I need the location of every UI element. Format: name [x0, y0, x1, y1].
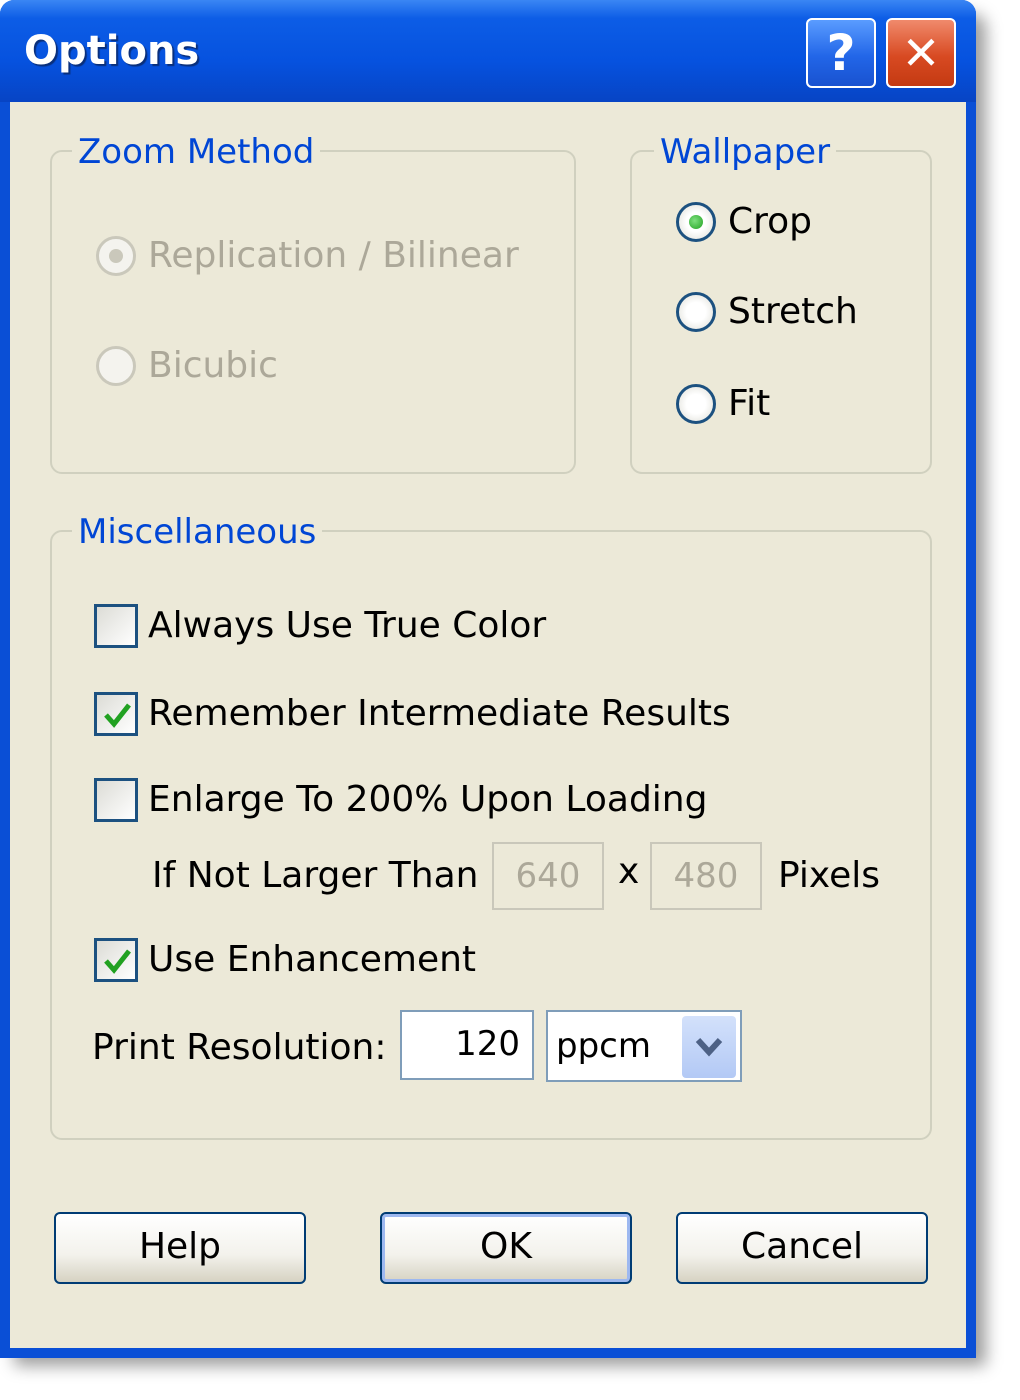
pixels-unit-label: Pixels: [778, 855, 881, 896]
always-true-color-checkbox[interactable]: [94, 604, 138, 648]
dropdown-arrow-button[interactable]: [682, 1016, 736, 1078]
bicubic-label: Bicubic: [148, 345, 278, 386]
remember-results-checkbox[interactable]: [94, 692, 138, 736]
print-resolution-label: Print Resolution:: [92, 1027, 387, 1068]
crop-label: Crop: [728, 201, 813, 242]
resolution-unit-value: ppcm: [556, 1026, 651, 1066]
always-true-color-label: Always Use True Color: [148, 605, 547, 646]
close-button[interactable]: ✕: [886, 18, 956, 88]
zoom-method-group: [50, 150, 576, 474]
checkmark-icon: [104, 703, 131, 728]
options-dialog: Options ? ✕ Zoom Method Replication / Bi…: [0, 0, 976, 1358]
close-icon: ✕: [901, 26, 941, 80]
max-width-field[interactable]: 640: [492, 842, 604, 910]
radio-bicubic[interactable]: [96, 346, 136, 386]
use-enhancement-checkbox[interactable]: [94, 938, 138, 982]
cancel-button[interactable]: Cancel: [676, 1212, 928, 1284]
dialog-body: Zoom Method Replication / Bilinear Bicub…: [10, 102, 966, 1348]
question-mark-icon: ?: [826, 24, 856, 82]
size-separator: x: [618, 851, 640, 892]
stretch-label: Stretch: [728, 291, 858, 332]
chevron-down-icon: [695, 1037, 723, 1057]
ok-button[interactable]: OK: [380, 1212, 632, 1284]
radio-fit[interactable]: [676, 384, 716, 424]
checkmark-icon: [104, 949, 131, 974]
radio-selected-dot: [689, 215, 703, 229]
zoom-method-legend: Zoom Method: [72, 132, 321, 172]
replication-bilinear-label: Replication / Bilinear: [148, 235, 519, 276]
radio-stretch[interactable]: [676, 292, 716, 332]
use-enhancement-label: Use Enhancement: [148, 939, 477, 980]
print-resolution-input[interactable]: 120: [400, 1010, 534, 1080]
max-height-field[interactable]: 480: [650, 842, 762, 910]
enlarge-checkbox[interactable]: [94, 778, 138, 822]
window-title: Options: [24, 28, 200, 74]
title-bar[interactable]: Options ? ✕: [0, 0, 976, 102]
help-title-button[interactable]: ?: [806, 18, 876, 88]
enlarge-label: Enlarge To 200% Upon Loading: [148, 779, 708, 820]
resolution-unit-select[interactable]: ppcm: [546, 1010, 742, 1082]
wallpaper-legend: Wallpaper: [654, 132, 837, 172]
help-button[interactable]: Help: [54, 1212, 306, 1284]
radio-crop[interactable]: [676, 202, 716, 242]
remember-results-label: Remember Intermediate Results: [148, 693, 731, 734]
size-limit-label: If Not Larger Than: [152, 855, 479, 896]
fit-label: Fit: [728, 383, 771, 424]
miscellaneous-legend: Miscellaneous: [72, 512, 323, 552]
radio-selected-dot: [109, 249, 123, 263]
radio-replication-bilinear[interactable]: [96, 236, 136, 276]
